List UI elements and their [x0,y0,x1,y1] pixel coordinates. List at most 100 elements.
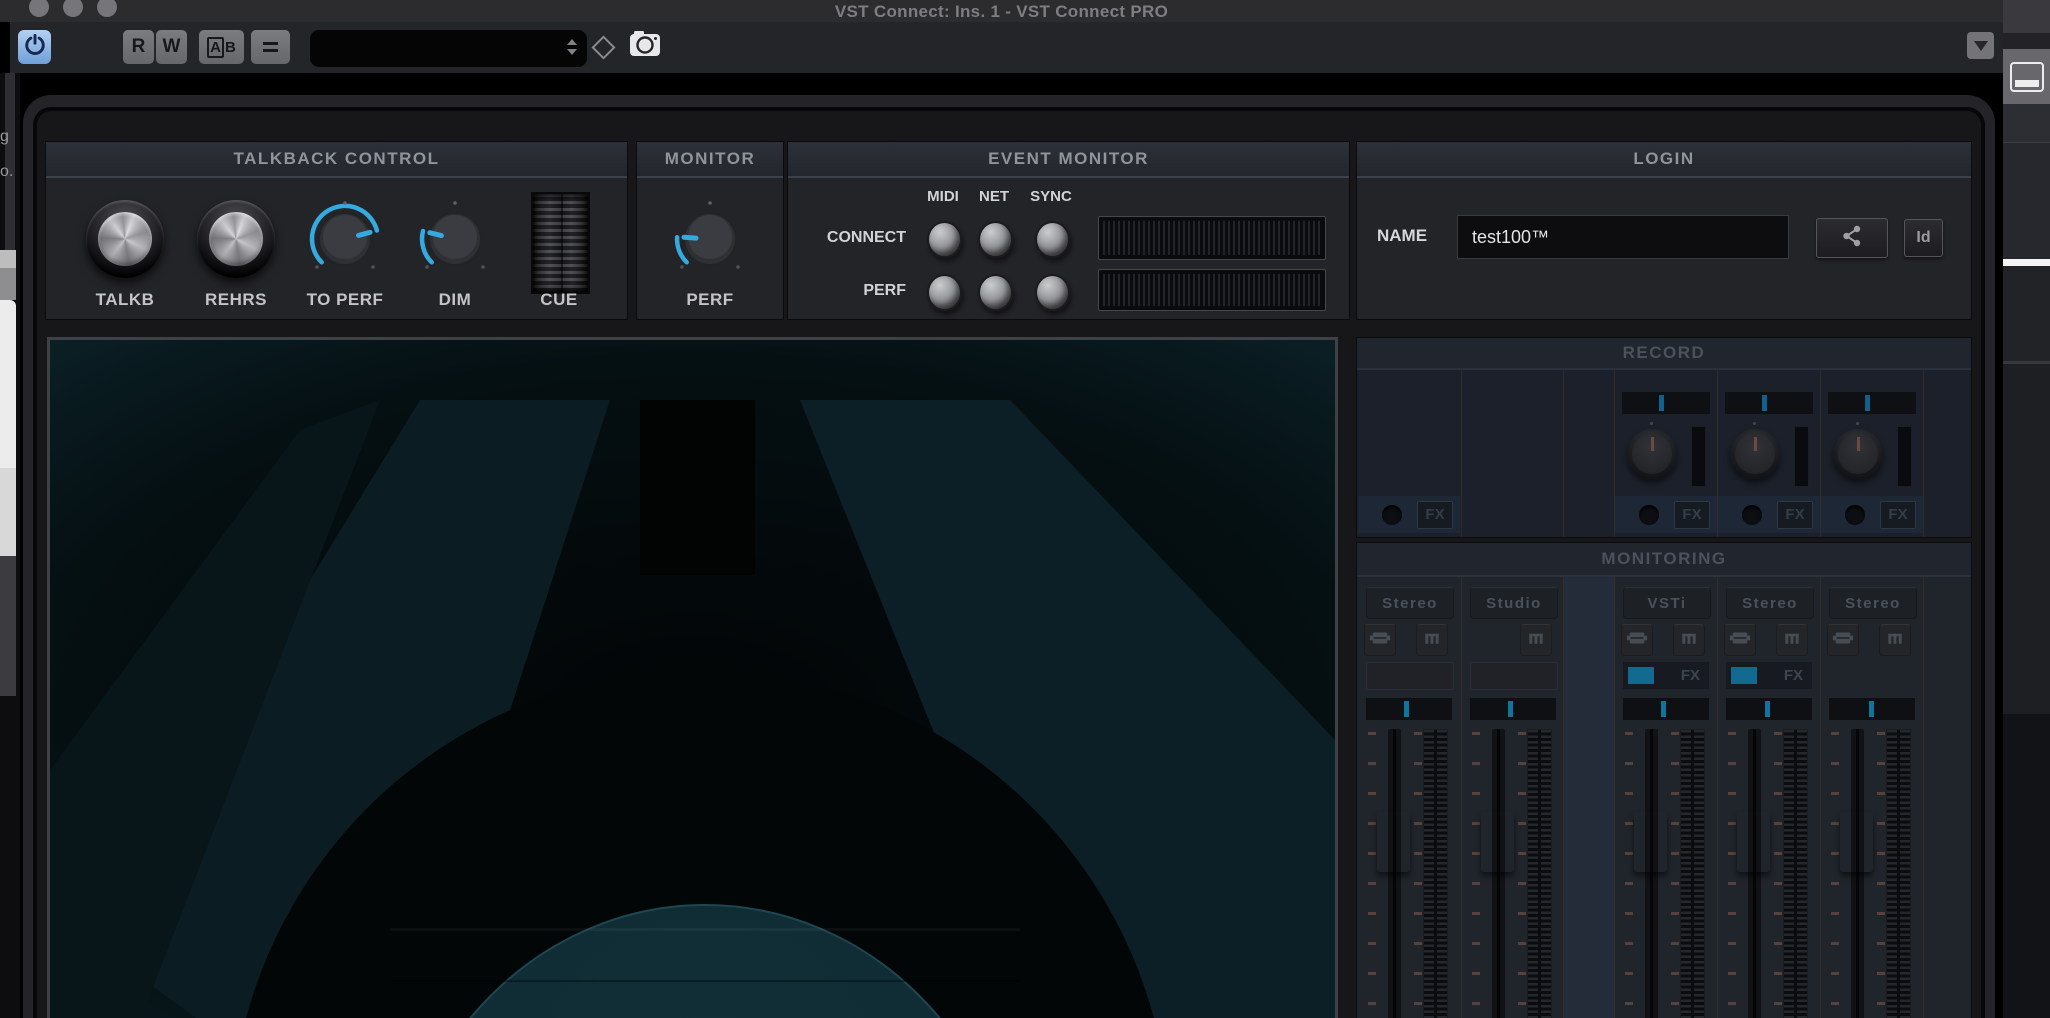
channel-name-button[interactable]: Studio [1470,587,1558,619]
login-name-input[interactable] [1457,215,1789,259]
to-perf-knob[interactable] [305,199,385,279]
mute-button[interactable] [1879,624,1911,656]
fader-handle[interactable] [1377,812,1410,872]
monitoring-channel: Studio [1462,577,1564,1018]
connect-sync-led [1035,221,1070,258]
pan-slider[interactable] [1829,698,1915,720]
channel-name-button[interactable]: Stereo [1726,587,1814,619]
fader-track[interactable] [1645,729,1658,1018]
talkback-knob[interactable] [86,200,164,278]
rehearse-knob[interactable] [197,200,275,278]
power-icon [24,33,46,61]
id-button[interactable]: Id [1904,219,1943,257]
mute-button[interactable] [1673,624,1705,656]
snapshot-button[interactable] [627,30,663,62]
fx-button[interactable]: FX [1417,500,1453,529]
record-pan-slider[interactable] [1622,392,1710,414]
cue-wheel[interactable] [531,192,590,294]
monitor-header: MONITOR [637,142,783,178]
screen: VST Connect: Ins. 1 - VST Connect PRO R … [0,0,2050,1018]
record-channel: FX [1615,370,1717,537]
pan-slider[interactable] [1623,698,1709,720]
lower-zone-toggle-button[interactable] [2003,49,2050,104]
record-enable-led[interactable] [1382,504,1402,525]
pan-tick [1660,701,1666,717]
fader-handle[interactable] [1481,812,1514,872]
monitoring-channel: Stereo [1821,577,1923,1018]
window-title: VST Connect: Ins. 1 - VST Connect PRO [834,2,1169,21]
dim-knob[interactable] [415,199,495,279]
fx-slot-active[interactable]: FX [1623,662,1709,689]
fader-track[interactable] [1388,729,1401,1018]
preset-stepper[interactable] [567,39,577,55]
fader-ticks [1518,732,1526,1018]
fx-slot-empty[interactable] [1470,662,1558,690]
ab-a-label: A [207,36,224,58]
mute-button[interactable] [1776,624,1808,656]
channel-meter [1423,729,1448,1018]
record-separator [1461,370,1462,537]
fader-handle[interactable] [1840,812,1873,872]
pan-tick [1507,701,1513,717]
fx-slot-empty[interactable] [1366,662,1454,690]
record-level-knob[interactable] [1627,429,1677,479]
record-section: RECORD FX FX FX FX [1356,337,1972,538]
record-level-knob[interactable] [1730,429,1780,479]
fader-ticks [1774,732,1782,1018]
fader-track[interactable] [1851,729,1864,1018]
fx-button[interactable]: FX [1880,500,1916,529]
knob-top-tick [1650,422,1653,425]
record-pan-slider[interactable] [1828,392,1916,414]
write-automation-button[interactable]: W [156,30,187,64]
fader-handle[interactable] [1737,812,1770,872]
channel-name-button[interactable]: Stereo [1366,587,1454,619]
knob-top-tick [1856,422,1859,425]
preset-compare-button[interactable] [251,30,290,64]
channel-name-button[interactable]: VSTi [1623,587,1711,619]
ab-b-label: B [225,38,236,56]
fx-button[interactable]: FX [1674,500,1710,529]
record-level-knob[interactable] [1833,429,1883,479]
monitoring-channel: Stereo [1358,577,1460,1018]
share-button[interactable] [1816,218,1888,258]
read-automation-button[interactable]: R [123,30,154,64]
preset-diamond-icon[interactable] [591,35,616,60]
record-pan-slider[interactable] [1725,392,1813,414]
record-enable-led[interactable] [1742,504,1762,525]
record-enable-led[interactable] [1845,504,1865,525]
pan-slider[interactable] [1726,698,1812,720]
pan-slider[interactable] [1366,698,1452,720]
pan-slider[interactable] [1470,698,1556,720]
host-text-fragment: o. [0,163,14,180]
host-left-strip: g o. [0,73,20,1018]
fx-button[interactable]: FX [1777,500,1813,529]
fx-slot-active[interactable]: FX [1726,662,1812,689]
mute-button[interactable] [1416,624,1448,656]
phones-button[interactable] [1621,624,1653,656]
mute-button[interactable] [1520,624,1552,656]
knob-label: TALKB [95,290,155,309]
record-channel-strip: FX [1821,496,1923,533]
monitor-perf-knob[interactable] [670,199,750,279]
preset-selector[interactable] [310,30,587,67]
id-label: Id [1916,229,1931,246]
fader-track[interactable] [1748,729,1761,1018]
connect-net-led [978,221,1013,258]
host-right-segment [2003,0,2050,33]
record-separator [1563,370,1564,537]
fader-handle[interactable] [1634,812,1667,872]
phones-button[interactable] [1724,624,1756,656]
connect-event-meter [1098,216,1326,260]
pan-tick [1868,701,1874,717]
channel-name-button[interactable]: Stereo [1829,587,1917,619]
activate-button[interactable] [18,30,51,64]
phones-button[interactable] [1364,624,1396,656]
record-channel-strip: FX [1615,496,1717,533]
record-header: RECORD [1357,338,1971,370]
phones-button[interactable] [1827,624,1859,656]
fader-track[interactable] [1492,729,1505,1018]
record-enable-led[interactable] [1639,504,1659,525]
ab-compare-button[interactable]: AB [199,30,244,64]
talkback-header: TALKBACK CONTROL [46,142,627,178]
plugin-menu-button[interactable] [1967,32,1994,59]
